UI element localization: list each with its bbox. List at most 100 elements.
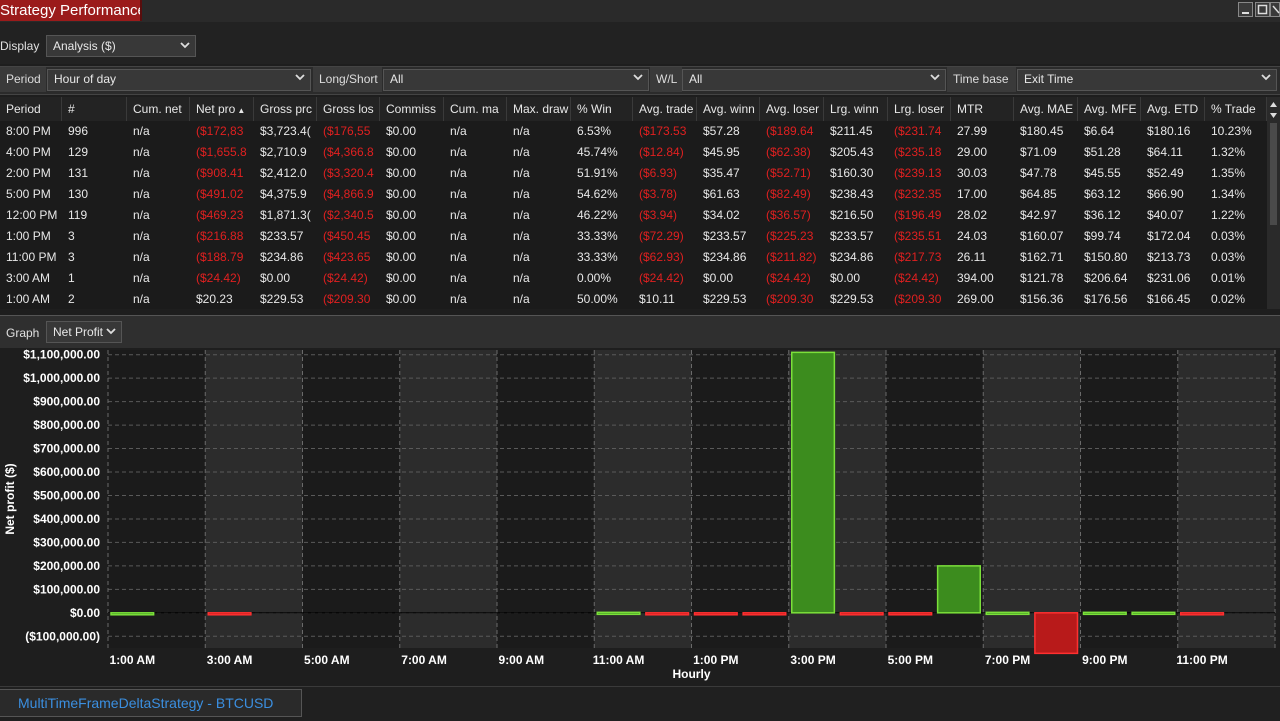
table-cell: $10.11: [639, 292, 675, 306]
graph-label: Graph: [6, 326, 40, 340]
table-cell: ($24.42): [323, 271, 368, 285]
table-row[interactable]: 11:00 PM 3 n/a ($188.79 $234.86 ($423.65 $0.00…: [0, 247, 1267, 268]
title-bar: Strategy Performance: [0, 0, 1280, 23]
time-band: [205, 350, 303, 648]
column-header[interactable]: MTR: [951, 97, 1014, 121]
column-header[interactable]: Avg. ETD: [1141, 97, 1205, 121]
column-header[interactable]: Gross prc: [254, 97, 317, 121]
table-row[interactable]: 1:00 AM 2 n/a $20.23 $229.53 ($209.30 $0.00 n/a…: [0, 289, 1267, 309]
column-header[interactable]: Max. draw: [507, 97, 571, 121]
table-cell: 0.01%: [1211, 271, 1246, 285]
column-header-label: MTR: [957, 102, 983, 116]
chart-bar: [742, 612, 787, 616]
table-cell: $4,375.9: [260, 187, 307, 201]
column-header[interactable]: #: [62, 97, 127, 121]
table-cell: $172.04: [1147, 229, 1191, 243]
column-header-label: Avg. winn: [703, 102, 755, 116]
minimize-button[interactable]: [1238, 2, 1253, 17]
table-cell: $0.00: [703, 271, 734, 285]
table-cell: ($209.30: [323, 292, 371, 306]
chart-bar: [1131, 611, 1176, 616]
table-row[interactable]: 5:00 PM 130 n/a ($491.02 $4,375.9 ($4,866.9 $0…: [0, 184, 1267, 205]
table-cell: ($3.94): [639, 208, 678, 222]
table-cell: $66.90: [1147, 187, 1184, 201]
table-row[interactable]: 4:00 PM 129 n/a ($1,655.8 $2,710.9 ($4,366.8 $…: [0, 142, 1267, 163]
maximize-button[interactable]: [1255, 2, 1270, 17]
table-row[interactable]: 8:00 PM 996 n/a ($172,83 $3,723.4(($176,55 $0…: [0, 121, 1267, 142]
table-cell: $64.11: [1147, 145, 1183, 159]
win-loss-select[interactable]: All: [682, 69, 946, 91]
column-header[interactable]: Gross los: [317, 97, 380, 121]
table-cell: 4:00 PM: [6, 145, 51, 159]
graph-select[interactable]: Net Profit: [46, 321, 122, 343]
table-cell: $233.57: [260, 229, 304, 243]
column-header[interactable]: Commiss: [380, 97, 444, 121]
table-cell: ($82.49): [766, 187, 811, 201]
chart-bar: [645, 612, 690, 616]
long-short-select[interactable]: All: [383, 69, 649, 91]
scrollbar-track: [1270, 102, 1277, 225]
column-header[interactable]: % Win: [571, 97, 633, 121]
column-header-label: Avg. ETD: [1147, 102, 1199, 116]
column-header[interactable]: Avg. MFE: [1078, 97, 1141, 121]
column-header[interactable]: Net pro ▲: [190, 97, 254, 121]
table-row[interactable]: 3:00 AM 1 n/a ($24.42) $0.00 ($24.42) $0.00 n/a…: [0, 268, 1267, 289]
table-cell: ($12.84): [639, 145, 684, 159]
table-cell: $216.50: [830, 208, 874, 222]
table-cell: 12:00 PM: [6, 208, 58, 222]
column-header[interactable]: Avg. winn: [697, 97, 760, 121]
table-cell: 394.00: [957, 271, 994, 285]
table-cell: ($469.23: [196, 208, 244, 222]
column-header-label: Cum. ma: [450, 102, 499, 116]
column-header[interactable]: Cum. ma: [444, 97, 507, 121]
table-cell: $121.78: [1020, 271, 1064, 285]
table-cell: $150.80: [1084, 250, 1128, 264]
table-cell: $2,412.0: [260, 166, 307, 180]
chart-bar: [693, 612, 738, 616]
column-header[interactable]: Lrg. winn: [824, 97, 888, 121]
table-row[interactable]: 1:00 PM 3 n/a ($216.88 $233.57 ($450.45 $0.00 n…: [0, 226, 1267, 247]
column-header[interactable]: Avg. trade: [633, 97, 697, 121]
time-band: [399, 350, 497, 648]
y-tick-label: $600,000.00: [33, 465, 100, 479]
table-cell: n/a: [133, 124, 150, 138]
table-cell: 1:00 PM: [6, 229, 51, 243]
table-cell: $6.64: [1084, 124, 1115, 138]
table-cell: ($62.38): [766, 145, 811, 159]
column-header[interactable]: Period: [0, 97, 62, 121]
display-select[interactable]: Analysis ($): [46, 35, 196, 57]
table-cell: n/a: [133, 250, 150, 264]
time-base-select[interactable]: Exit Time: [1017, 69, 1277, 91]
strategy-tab[interactable]: MultiTimeFrameDeltaStrategy - BTCUSD: [0, 689, 302, 717]
table-cell: n/a: [133, 166, 150, 180]
table-cell: $0.00: [386, 271, 417, 285]
table-cell: 119: [68, 208, 88, 222]
column-header[interactable]: Avg. loser: [760, 97, 824, 121]
column-header[interactable]: % Trade: [1205, 97, 1267, 121]
table-row[interactable]: 12:00 PM 119 n/a ($469.23 $1,871.3(($2,340.5…: [0, 205, 1267, 226]
column-header[interactable]: Lrg. loser: [888, 97, 951, 121]
column-header[interactable]: Cum. net: [127, 97, 190, 121]
table-cell: $20.23: [196, 292, 233, 306]
table-cell: 1: [68, 271, 75, 285]
period-select[interactable]: Hour of day: [47, 69, 311, 91]
net-profit-chart: $1,100,000.00 $1,000,000.00 $900,000.00 $80…: [3, 348, 1276, 681]
x-tick-label: 9:00 PM: [1082, 653, 1127, 667]
table-cell: 0.03%: [1211, 229, 1246, 243]
table-cell: $231.06: [1147, 271, 1191, 285]
column-header[interactable]: Avg. MAE: [1014, 97, 1078, 121]
table-cell: 1.32%: [1211, 145, 1246, 159]
scroll-down-icon: [1270, 113, 1277, 118]
close-button[interactable]: [1270, 2, 1280, 17]
table-cell: $156.36: [1020, 292, 1064, 306]
column-header-label: Gross prc: [260, 102, 313, 116]
chevron-down-icon: [180, 42, 190, 49]
close-icon: [1272, 5, 1280, 14]
performance-table: Period # Cum. net Net pro ▲ Gross prc Gross lo…: [0, 97, 1267, 309]
table-scrollbar[interactable]: [1267, 97, 1280, 309]
table-cell: ($1,655.8: [196, 145, 247, 159]
table-row[interactable]: 2:00 PM 131 n/a ($908.41 $2,412.0 ($3,320.4 $0…: [0, 163, 1267, 184]
chart-bar: [791, 351, 836, 614]
table-cell: ($209.30: [766, 292, 814, 306]
table-cell: ($491.02: [196, 187, 244, 201]
